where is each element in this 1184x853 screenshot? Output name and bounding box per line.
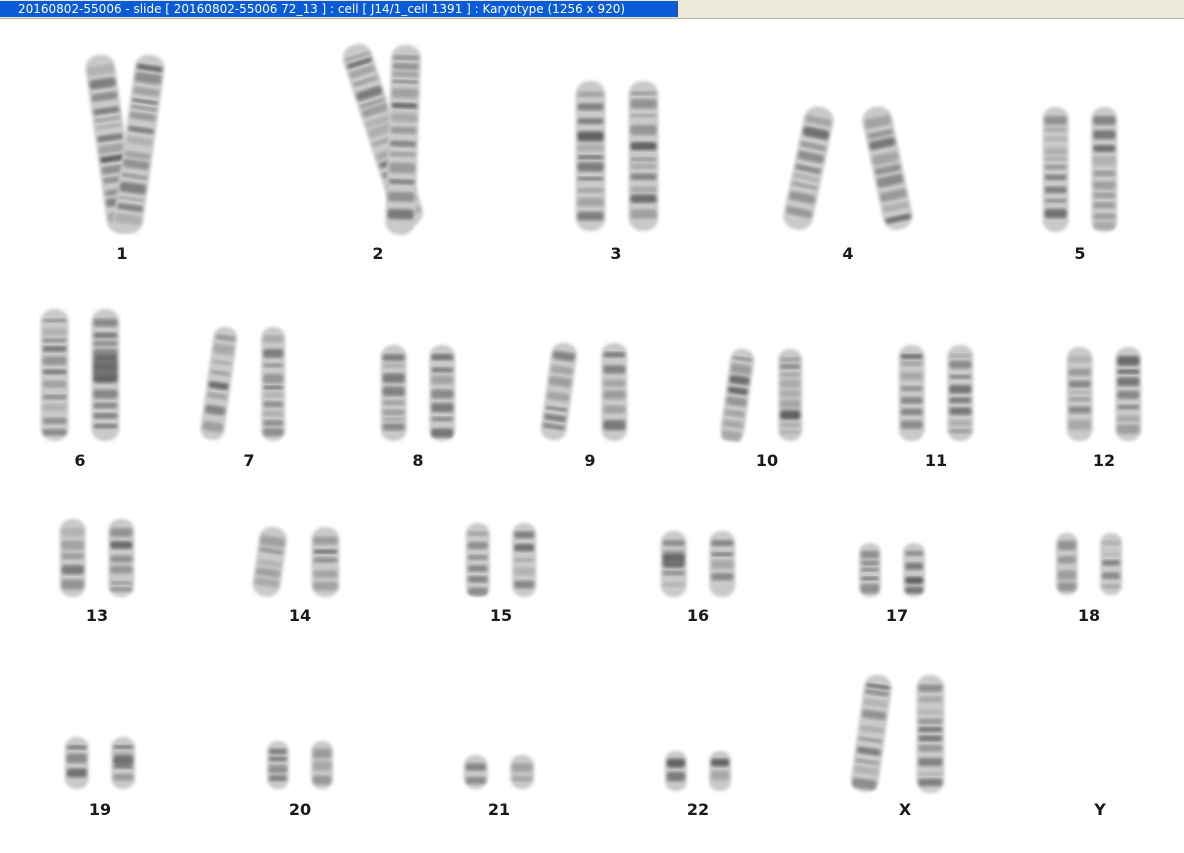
chromosome-label: 19	[88, 800, 112, 819]
chromosome-images	[40, 43, 1142, 793]
chromosome-chromatid	[200, 326, 238, 441]
chromosome-chromatid	[601, 343, 628, 441]
chromosome-chromatid	[266, 741, 289, 789]
chromosome-label: 18	[1077, 606, 1101, 625]
chromosome-chromatid	[512, 523, 537, 597]
chromosome-chromatid	[947, 345, 974, 441]
chromosome-label: 16	[686, 606, 710, 625]
chromosome-label: Y	[1094, 800, 1106, 819]
chromosome-chromatid	[858, 543, 881, 597]
chromosome-chromatid	[510, 755, 535, 789]
chromosome-chromatid	[311, 741, 334, 789]
chromosome-chromatid	[628, 81, 659, 231]
chromosome-label: 4	[842, 244, 854, 263]
chromosome-label: 22	[686, 800, 710, 819]
chromosome-chromatid	[64, 737, 89, 789]
chromosome-chromatid	[311, 527, 340, 597]
chromosome-chromatid	[903, 543, 926, 597]
chromosome-chromatid	[783, 106, 834, 230]
window-title: 20160802-55006 - slide [ 20160802-55006 …	[0, 1, 678, 17]
chromosome-chromatid	[709, 751, 732, 791]
chromosome-chromatid	[261, 327, 286, 441]
chromosome-label: 13	[85, 606, 109, 625]
chromosome-label: 15	[489, 606, 513, 625]
chromosome-chromatid	[850, 674, 892, 793]
chromosome-chromatid	[59, 519, 86, 597]
chromosome-label: 7	[243, 451, 255, 470]
chromosome-chromatid	[1091, 107, 1118, 232]
chromosome-chromatid	[111, 737, 136, 789]
karyogram-canvas: 1 2 3 4 5 6 7 8 9 10 11 12 13 14 15 16 17 18 19 20 21 22 X Y	[0, 19, 1184, 853]
chromosome-chromatid	[1066, 347, 1093, 441]
chromosome-chromatid	[91, 309, 120, 441]
chromosome-chromatid	[898, 345, 925, 441]
chromosome-chromatid	[108, 519, 135, 597]
chromosome-chromatid	[862, 106, 913, 230]
chromosome-label: 14	[288, 606, 312, 625]
chromosome-label: 21	[487, 800, 511, 819]
chromosome-chromatid	[664, 751, 687, 791]
chromosome-label: 5	[1074, 244, 1086, 263]
chromosome-label: 2	[372, 244, 384, 263]
chromosome-label: 1	[116, 244, 128, 263]
chromosome-chromatid	[463, 755, 488, 789]
chromosome-chromatid	[720, 348, 755, 442]
chromosome-label: 6	[74, 451, 86, 470]
chromosome-label: 9	[584, 451, 596, 470]
chromosome-label: 8	[412, 451, 424, 470]
chromosome-chromatid	[540, 342, 578, 441]
chromosome-label: 11	[924, 451, 948, 470]
chromosome-label: 10	[755, 451, 779, 470]
chromosome-chromatid	[709, 531, 736, 597]
chromosome-chromatid	[1055, 533, 1078, 595]
chromosome-label: X	[898, 800, 912, 819]
chromosome-chromatid	[465, 523, 490, 597]
chromosome-label: 3	[610, 244, 622, 263]
chromosome-chromatid	[1042, 107, 1069, 232]
chromosome-chromatid	[380, 345, 407, 441]
chromosome-chromatid	[575, 81, 606, 231]
title-bar: 20160802-55006 - slide [ 20160802-55006 …	[0, 0, 1184, 19]
chromosome-chromatid	[429, 345, 456, 441]
chromosome-chromatid	[916, 675, 945, 793]
chromosome-chromatid	[252, 526, 287, 597]
chromosome-chromatid	[660, 531, 687, 597]
chromosome-chromatid	[1100, 533, 1123, 595]
chromosome-label: 12	[1092, 451, 1116, 470]
chromosome-label: 20	[288, 800, 312, 819]
chromosome-label: 17	[885, 606, 909, 625]
chromosome-chromatid	[1115, 347, 1142, 441]
chromosome-chromatid	[40, 309, 69, 441]
chromosome-chromatid	[778, 349, 803, 441]
